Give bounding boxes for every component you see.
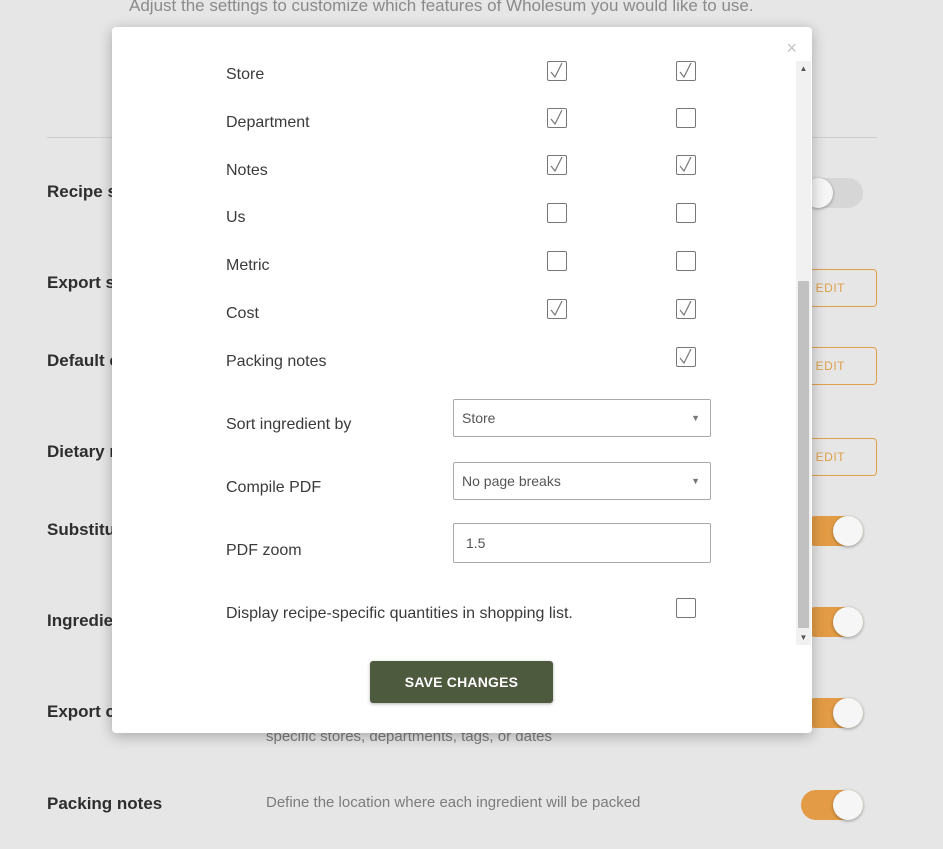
close-icon[interactable]: ×: [786, 39, 797, 57]
scroll-down-icon[interactable]: ▼: [796, 630, 811, 645]
setting-label-ingredient: Ingredie: [47, 611, 114, 630]
row-label-department: Department: [226, 114, 310, 131]
metric-col2-checkbox[interactable]: [676, 251, 696, 271]
setting-label-export: Export s: [47, 273, 116, 292]
department-col1-checkbox[interactable]: [547, 108, 567, 128]
setting-label-export-c: Export c: [47, 702, 116, 721]
packing-notes-description: Define the location where each ingredien…: [266, 794, 641, 811]
pdf-zoom-input[interactable]: [453, 523, 711, 563]
chevron-down-icon: ▼: [691, 413, 700, 423]
compile-pdf-value: No page breaks: [462, 473, 561, 489]
row-label-store: Store: [226, 66, 265, 83]
page-intro-text: Adjust the settings to customize which f…: [129, 0, 754, 15]
store-col2-checkbox[interactable]: [676, 61, 696, 81]
row-label-metric: Metric: [226, 257, 270, 274]
toggle-knob: [833, 516, 863, 546]
checkmark-icon: [679, 62, 692, 79]
packing-notes-toggle[interactable]: [801, 790, 863, 820]
compile-pdf-label: Compile PDF: [226, 479, 322, 496]
row-label-us: Us: [226, 209, 246, 226]
setting-label-substitute: Substitu: [47, 520, 115, 539]
notes-col2-checkbox[interactable]: [676, 155, 696, 175]
display-quantities-checkbox[interactable]: [676, 598, 696, 618]
metric-col1-checkbox[interactable]: [547, 251, 567, 271]
toggle-knob: [833, 698, 863, 728]
modal-scrollbar[interactable]: ▲ ▼: [796, 61, 811, 645]
setting-label-packing-notes: Packing notes: [47, 794, 163, 813]
sort-ingredient-value: Store: [462, 410, 496, 426]
scrollbar-thumb[interactable]: [798, 281, 809, 628]
row-label-packing-notes: Packing notes: [226, 353, 327, 370]
sort-ingredient-select[interactable]: Store ▼: [453, 399, 711, 437]
checkmark-icon: [550, 156, 563, 173]
checkmark-icon: [679, 156, 692, 173]
chevron-down-icon: ▼: [691, 476, 700, 486]
row-label-notes: Notes: [226, 162, 268, 179]
setting-label-recipe: Recipe s: [47, 182, 117, 201]
checkmark-icon: [550, 109, 563, 126]
us-col2-checkbox[interactable]: [676, 203, 696, 223]
cost-col1-checkbox[interactable]: [547, 299, 567, 319]
notes-col1-checkbox[interactable]: [547, 155, 567, 175]
setting-label-dietary: Dietary r: [47, 442, 116, 461]
settings-modal: × Store Department Notes Us Metric Cost …: [112, 27, 812, 733]
checkmark-icon: [679, 348, 692, 365]
packing-notes-col2-checkbox[interactable]: [676, 347, 696, 367]
row-label-cost: Cost: [226, 305, 259, 322]
department-col2-checkbox[interactable]: [676, 108, 696, 128]
checkmark-icon: [550, 300, 563, 317]
checkmark-icon: [679, 300, 692, 317]
scroll-up-icon[interactable]: ▲: [796, 61, 811, 76]
store-col1-checkbox[interactable]: [547, 61, 567, 81]
sort-ingredient-label: Sort ingredient by: [226, 416, 352, 433]
cost-col2-checkbox[interactable]: [676, 299, 696, 319]
toggle-knob: [833, 607, 863, 637]
pdf-zoom-label: PDF zoom: [226, 542, 302, 559]
compile-pdf-select[interactable]: No page breaks ▼: [453, 462, 711, 500]
us-col1-checkbox[interactable]: [547, 203, 567, 223]
modal-scroll-content[interactable]: Store Department Notes Us Metric Cost Pa…: [112, 59, 796, 643]
checkmark-icon: [550, 62, 563, 79]
save-changes-button[interactable]: SAVE CHANGES: [370, 661, 553, 703]
setting-label-default: Default c: [47, 351, 119, 370]
toggle-knob: [833, 790, 863, 820]
display-quantities-label: Display recipe-specific quantities in sh…: [226, 605, 573, 622]
